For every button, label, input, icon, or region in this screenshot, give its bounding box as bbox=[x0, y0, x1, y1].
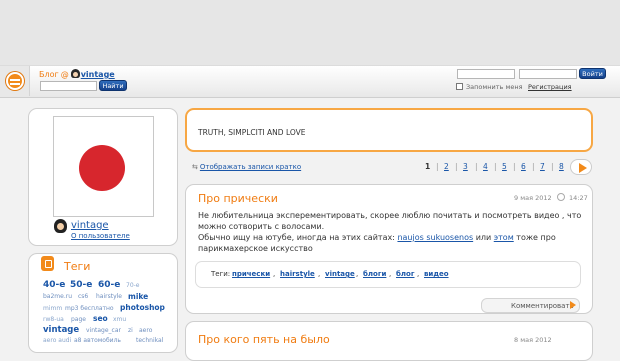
post-title-link[interactable]: Про кого пять на было bbox=[198, 333, 330, 346]
pager-separator: | bbox=[513, 162, 516, 171]
post-text-line: Обычно ищу на ютубе, иногда на этих сайт… bbox=[198, 233, 556, 242]
tag-link[interactable]: vintage bbox=[43, 325, 79, 335]
blog-label: Блог bbox=[39, 70, 59, 79]
search-input[interactable] bbox=[40, 81, 97, 91]
post-tag-link[interactable]: прически bbox=[232, 270, 270, 278]
blog-intro-text: TRUTH, SIMPLCITI AND LOVE bbox=[198, 128, 306, 137]
pager-separator: | bbox=[455, 162, 458, 171]
post-text-line: можно сотворить с волосами. bbox=[198, 222, 325, 231]
pager-separator: | bbox=[494, 162, 497, 171]
blog-breadcrumb: Блог @ vintage bbox=[39, 69, 115, 79]
post-tag-link[interactable]: vintage bbox=[325, 270, 355, 278]
arrow-swap-icon: ⇆ bbox=[192, 163, 198, 171]
tag-link[interactable]: rw8-ua bbox=[43, 316, 64, 323]
post-text: или bbox=[475, 233, 492, 242]
tag-separator: , bbox=[318, 270, 321, 278]
page-link[interactable]: 5 bbox=[502, 162, 507, 171]
tag-link[interactable]: 60-е bbox=[98, 280, 120, 290]
tag-link[interactable]: xmu bbox=[113, 316, 126, 323]
search-button[interactable]: Найти bbox=[99, 80, 127, 91]
tag-icon bbox=[41, 256, 54, 271]
register-link[interactable]: Регистрация bbox=[528, 83, 572, 91]
post-date: 9 мая 2012 bbox=[514, 194, 552, 202]
page-link[interactable]: 4 bbox=[483, 162, 488, 171]
page-link[interactable]: 2 bbox=[444, 162, 449, 171]
tag-separator: , bbox=[417, 270, 420, 278]
page-link[interactable]: 6 bbox=[521, 162, 526, 171]
tag-link[interactable]: mimm bbox=[43, 305, 62, 312]
post-tag-link[interactable]: видео bbox=[424, 270, 449, 278]
post-text: тоже про bbox=[516, 233, 556, 242]
post-text-line: Не любительница эксперементировать, скор… bbox=[198, 211, 582, 220]
post-tag-link[interactable]: hairstyle bbox=[280, 270, 315, 278]
login-button[interactable]: Войти bbox=[579, 68, 606, 79]
tag-link[interactable]: page bbox=[71, 316, 86, 323]
site-logo[interactable] bbox=[0, 66, 30, 96]
post-title-link[interactable]: Про прически bbox=[198, 192, 278, 205]
tag-link[interactable]: photoshop bbox=[120, 303, 165, 312]
arrow-right-icon bbox=[570, 301, 576, 309]
top-area bbox=[0, 0, 620, 65]
tags-title: Теги bbox=[64, 260, 91, 273]
pager-separator: | bbox=[551, 162, 554, 171]
red-sun-image bbox=[79, 145, 125, 191]
login-field[interactable] bbox=[457, 69, 515, 79]
tag-link[interactable]: seo bbox=[93, 314, 108, 323]
breadcrumb-separator: @ bbox=[60, 70, 69, 79]
tag-link[interactable]: 40-е bbox=[43, 280, 65, 290]
post-tags-label: Теги: bbox=[211, 270, 231, 278]
post-time: 14:27 bbox=[569, 194, 588, 202]
clock-icon bbox=[557, 193, 565, 201]
remember-me[interactable]: Запомнить меня bbox=[456, 83, 523, 91]
post-text: Обычно ищу на ютубе, иногда на этих сайт… bbox=[198, 233, 395, 242]
tag-link[interactable]: cs6 bbox=[78, 293, 88, 300]
pager-separator: | bbox=[436, 162, 439, 171]
comment-label: Комментировать bbox=[511, 302, 574, 310]
tag-separator: , bbox=[356, 270, 359, 278]
tag-separator: , bbox=[389, 270, 392, 278]
user-avatar-icon bbox=[70, 69, 80, 78]
tag-link[interactable]: ba2me.ru bbox=[43, 293, 72, 300]
tag-link[interactable]: aero bbox=[139, 327, 152, 334]
user-avatar-icon bbox=[54, 219, 67, 233]
page-link[interactable]: 7 bbox=[540, 162, 545, 171]
tag-link[interactable]: 70-е bbox=[126, 282, 140, 289]
pager-separator: | bbox=[532, 162, 535, 171]
page-current: 1 bbox=[425, 162, 431, 171]
post-tag-link[interactable]: блог bbox=[396, 270, 414, 278]
tag-link[interactable]: mike bbox=[128, 292, 148, 301]
pager-separator: | bbox=[475, 162, 478, 171]
blog-owner-link[interactable]: vintage bbox=[81, 70, 115, 79]
short-view-label: Отображать записи кратко bbox=[199, 163, 302, 171]
post-text-line: парикмахерское искусство bbox=[198, 244, 313, 253]
tag-link[interactable]: zi bbox=[128, 327, 133, 334]
profile-username-link[interactable]: vintage bbox=[71, 220, 109, 231]
about-user-link[interactable]: О пользователе bbox=[71, 232, 130, 240]
tag-link[interactable]: mp3 бесплатно bbox=[65, 305, 114, 312]
tag-link[interactable]: vintage_car bbox=[86, 327, 121, 334]
post-link[interactable]: этом bbox=[494, 233, 514, 242]
tag-separator: , bbox=[273, 270, 276, 278]
next-page-button[interactable] bbox=[570, 159, 592, 175]
remember-label: Запомнить меня bbox=[466, 83, 523, 91]
password-field[interactable] bbox=[519, 69, 577, 79]
short-view-toggle[interactable]: ⇆ Отображать записи кратко bbox=[192, 163, 301, 171]
page-link[interactable]: 3 bbox=[463, 162, 468, 171]
page-link[interactable]: 8 bbox=[559, 162, 564, 171]
tag-link[interactable]: 50-е bbox=[70, 280, 92, 290]
post-link[interactable]: naujos sukuosenos bbox=[397, 233, 473, 242]
tag-link[interactable]: hairstyle bbox=[96, 293, 122, 300]
remember-checkbox[interactable] bbox=[456, 83, 463, 90]
lines-icon bbox=[10, 79, 20, 85]
post-tag-link[interactable]: блоги bbox=[363, 270, 386, 278]
